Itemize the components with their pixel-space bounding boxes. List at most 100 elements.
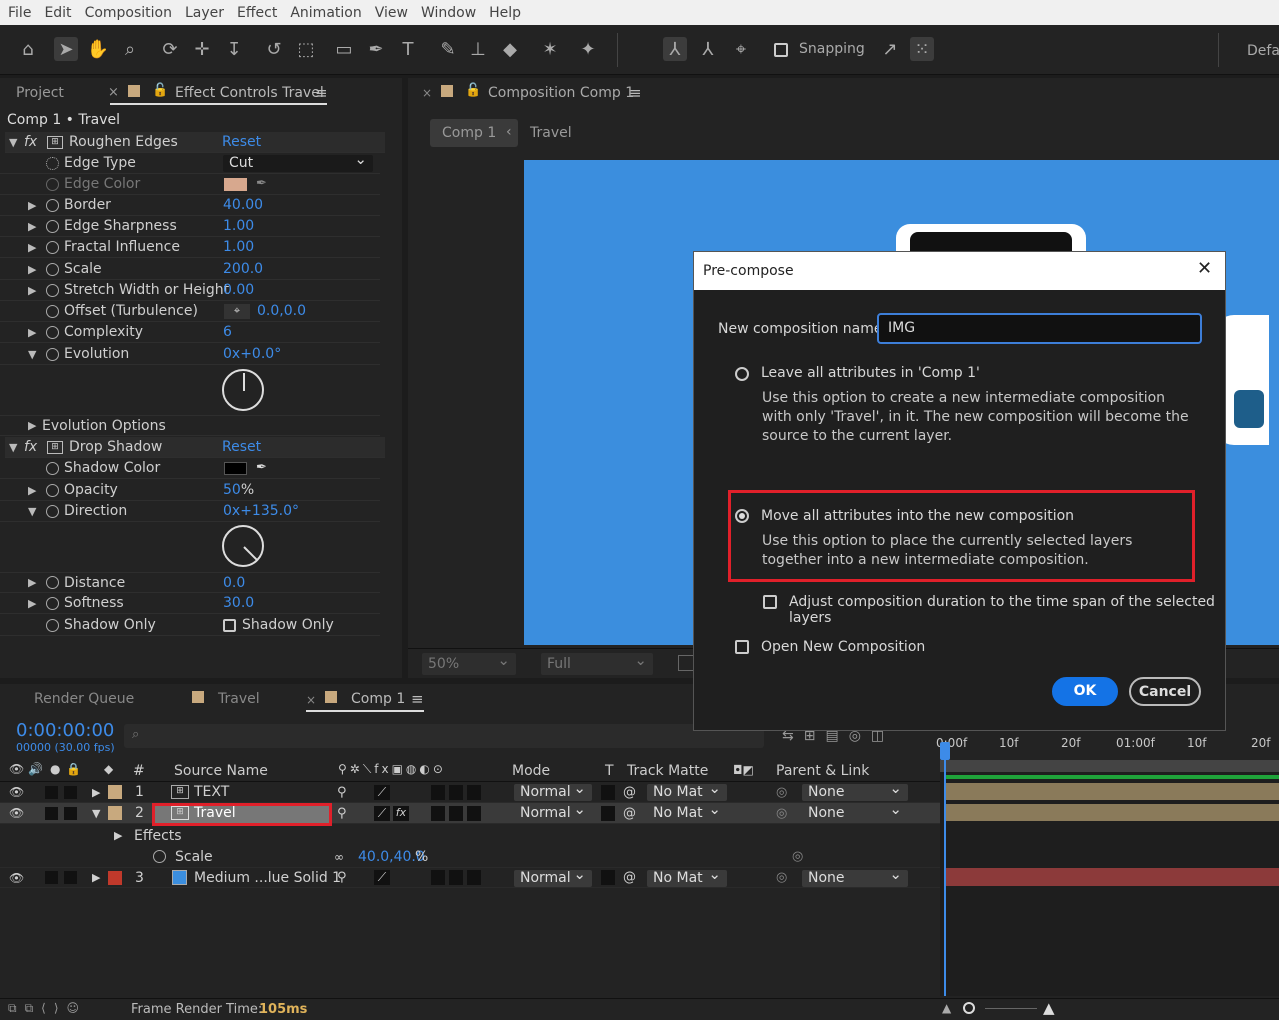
stopwatch-icon[interactable] <box>46 177 59 191</box>
time-ruler[interactable]: 0:00f 10f 20f 01:00f 10f 20f <box>936 732 1279 760</box>
stopwatch-icon[interactable] <box>46 596 59 610</box>
shadow-color-swatch[interactable] <box>224 462 247 475</box>
stopwatch-icon[interactable] <box>46 156 59 170</box>
track-matte-dropdown[interactable]: No Mat <box>647 780 727 801</box>
mode-dropdown[interactable]: Normal <box>514 780 592 801</box>
shy-icon[interactable]: ⚲ <box>337 806 347 821</box>
quality-icon[interactable]: ⟋ <box>374 805 390 821</box>
lock-icon[interactable]: 🔓 <box>152 83 168 98</box>
solo-toggle[interactable] <box>45 806 58 820</box>
work-area-bar[interactable] <box>940 760 1279 772</box>
prop-value[interactable]: 6 <box>223 324 232 340</box>
menu-help[interactable]: Help <box>489 5 521 21</box>
layer3-duration-bar[interactable] <box>946 868 1279 886</box>
label-color[interactable] <box>108 806 122 820</box>
prop-value[interactable]: 0.00 <box>223 282 254 298</box>
edge-type-dropdown[interactable]: Cut <box>223 151 373 172</box>
preserve-transparency-toggle[interactable] <box>601 805 615 821</box>
ok-button[interactable]: OK <box>1052 677 1118 706</box>
stopwatch-icon[interactable] <box>46 618 59 632</box>
menu-composition[interactable]: Composition <box>85 5 172 21</box>
lock-icon[interactable]: 🔓 <box>465 83 481 98</box>
layer-name[interactable]: Medium ...lue Solid 1 <box>194 870 341 886</box>
chevron-right-icon[interactable]: ▶ <box>92 786 100 799</box>
clone-stamp-icon[interactable]: ⊥ <box>466 37 490 61</box>
solo-toggle[interactable] <box>45 871 58 884</box>
parent-dropdown[interactable]: None <box>802 866 908 887</box>
menu-layer[interactable]: Layer <box>185 5 224 21</box>
stopwatch-icon[interactable] <box>46 219 59 233</box>
fx-icon[interactable]: fx <box>24 134 37 150</box>
shy-icon[interactable]: ⚲ <box>337 870 347 885</box>
stopwatch-icon[interactable] <box>46 461 59 475</box>
pen-tool-icon[interactable]: ✒ <box>364 37 388 61</box>
fx-icon[interactable]: fx <box>393 805 409 821</box>
tab-project[interactable]: Project <box>16 85 64 101</box>
stopwatch-icon[interactable] <box>153 850 166 863</box>
menu-view[interactable]: View <box>375 5 408 21</box>
zoom-tool-icon[interactable]: ⌕ <box>118 37 142 61</box>
visibility-eye-icon[interactable]: 👁 <box>9 806 24 820</box>
direction-angle-dial[interactable] <box>222 525 264 567</box>
prop-value[interactable]: 50 <box>223 482 241 498</box>
mode-dropdown[interactable]: Normal <box>514 801 592 822</box>
matte-link-icon[interactable]: @ <box>623 870 636 885</box>
adjust-duration-label[interactable]: Adjust composition duration to the time … <box>789 594 1225 626</box>
stopwatch-icon[interactable] <box>46 504 59 518</box>
parent-dropdown[interactable]: None <box>802 801 908 822</box>
chevron-down-icon[interactable]: ▼ <box>9 136 17 149</box>
breadcrumb-comp1[interactable]: Comp 1 <box>430 119 518 147</box>
pick-whip-icon[interactable]: ◎ <box>776 806 787 821</box>
shy-icon[interactable]: ⚲ <box>337 785 347 800</box>
quality-icon[interactable]: ⟋ <box>374 784 390 800</box>
eraser-tool-icon[interactable]: ◆ <box>498 37 522 61</box>
puppet-pin-icon[interactable]: ✦ <box>576 37 600 61</box>
lock-toggle[interactable] <box>64 871 77 884</box>
workspace-label[interactable]: Defa <box>1247 43 1279 59</box>
stopwatch-icon[interactable] <box>46 283 59 297</box>
prop-value[interactable]: 1.00 <box>223 218 254 234</box>
dolly-camera-icon[interactable]: ↧ <box>222 37 246 61</box>
rotation-tool-icon[interactable]: ↺ <box>262 37 286 61</box>
stopwatch-icon[interactable] <box>46 198 59 212</box>
eyedropper-icon[interactable]: ✒ <box>256 176 267 191</box>
close-icon[interactable]: × <box>306 693 316 707</box>
current-time-display[interactable]: 0:00:00:00 <box>16 720 114 741</box>
zoom-dropdown[interactable]: 50% <box>422 649 516 675</box>
close-icon[interactable]: × <box>422 86 432 100</box>
timeline-graph[interactable]: 0:00f 10f 20f 01:00f 10f 20f <box>936 732 1279 996</box>
open-new-composition-checkbox[interactable] <box>735 640 749 654</box>
menu-window[interactable]: Window <box>421 5 476 21</box>
snapping-checkbox[interactable] <box>774 43 788 57</box>
prop-value[interactable]: 0.0 <box>223 575 245 591</box>
local-axis-icon[interactable]: ⅄ <box>663 37 687 61</box>
snap-grid-icon[interactable]: ⁙ <box>910 37 934 61</box>
resolution-dropdown[interactable]: Full <box>541 649 653 675</box>
menu-edit[interactable]: Edit <box>44 5 71 21</box>
parent-dropdown[interactable]: None <box>802 780 908 801</box>
playhead-line[interactable] <box>944 742 946 996</box>
effect-roughen-edges[interactable]: ▼ fx ⊞ Roughen Edges Reset <box>5 132 385 153</box>
cancel-button[interactable]: Cancel <box>1129 677 1201 706</box>
label-color[interactable] <box>108 870 122 885</box>
layer1-duration-bar[interactable] <box>946 783 1279 800</box>
evolution-angle-dial[interactable] <box>222 369 264 411</box>
stopwatch-icon[interactable] <box>46 240 59 254</box>
leave-attributes-label[interactable]: Leave all attributes in 'Comp 1' <box>761 365 980 381</box>
stopwatch-icon[interactable] <box>46 576 59 589</box>
label-color[interactable] <box>108 785 122 799</box>
prop-value[interactable]: 40.00 <box>223 197 263 213</box>
layer-row-3[interactable]: 👁 ▶ 3 Medium ...lue Solid 1 ⚲ ⟋ Normal @… <box>0 866 940 888</box>
prop-value[interactable]: 1.00 <box>223 239 254 255</box>
leave-attributes-radio[interactable] <box>735 367 749 381</box>
mode-dropdown[interactable]: Normal <box>514 866 592 887</box>
lock-toggle[interactable] <box>64 806 77 820</box>
selection-tool-icon[interactable]: ➤ <box>54 37 78 61</box>
footer-toggle-icons[interactable]: ⧉⧉⟨⟩☺ <box>8 1001 87 1016</box>
prop-value-degrees[interactable]: +0.0° <box>240 346 281 362</box>
rectangle-tool-icon[interactable]: ▭ <box>332 37 356 61</box>
stopwatch-icon[interactable] <box>46 325 59 339</box>
menu-effect[interactable]: Effect <box>237 5 277 21</box>
layer-row-1[interactable]: 👁 ▶ 1 ⊞ TEXT ⚲ ⟋ Normal @ No Mat ◎ None <box>0 780 940 803</box>
chevron-right-icon[interactable]: ▶ <box>92 871 100 884</box>
